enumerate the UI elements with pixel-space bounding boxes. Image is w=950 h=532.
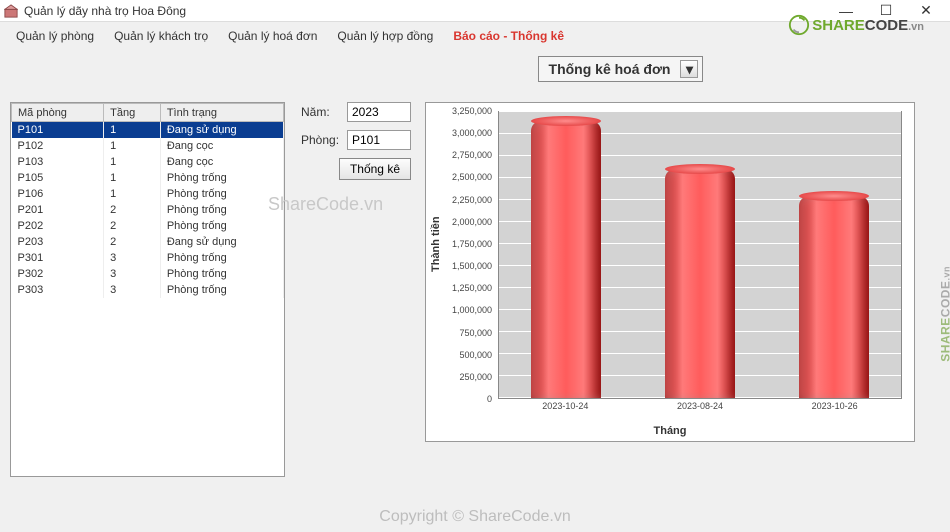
y-tick: 3,250,000 (452, 106, 492, 116)
table-row[interactable]: P2022Phòng trống (12, 218, 284, 234)
chart-area: Thành tiền 0250,000500,000750,0001,000,0… (425, 102, 915, 442)
watermark-side: SHARECODE.vn (939, 266, 950, 362)
report-type-label: Thống kê hoá đơn (549, 61, 671, 77)
x-tick: 2023-10-24 (542, 401, 588, 411)
table-row[interactable]: P1031Đang cọc (12, 154, 284, 170)
y-tick: 1,250,000 (452, 283, 492, 293)
table-row[interactable]: P1021Đang cọc (12, 138, 284, 154)
window-title: Quản lý dãy nhà trọ Hoa Đông (24, 4, 826, 18)
y-tick: 1,750,000 (452, 239, 492, 249)
chevron-down-icon: ▾ (680, 60, 698, 78)
table-row[interactable]: P1051Phòng trống (12, 170, 284, 186)
x-tick: 2023-08-24 (677, 401, 723, 411)
bar-0 (531, 121, 601, 398)
brand-logo: SHARECODE.vn (788, 14, 924, 36)
bar-1 (665, 169, 735, 398)
room-label: Phòng: (301, 133, 339, 147)
menu-item-4[interactable]: Báo cáo - Thống kê (443, 25, 574, 47)
report-type-select[interactable]: Thống kê hoá đơn ▾ (538, 56, 704, 82)
menu-item-2[interactable]: Quản lý hoá đơn (218, 25, 327, 47)
chart-x-label: Tháng (426, 425, 914, 437)
y-tick: 2,250,000 (452, 195, 492, 205)
y-tick: 2,750,000 (452, 150, 492, 160)
y-tick: 500,000 (459, 350, 492, 360)
table-row[interactable]: P3033Phòng trống (12, 282, 284, 298)
y-tick: 0 (487, 394, 492, 404)
y-tick: 250,000 (459, 372, 492, 382)
y-tick: 2,500,000 (452, 172, 492, 182)
y-tick: 2,000,000 (452, 217, 492, 227)
year-input[interactable] (347, 102, 411, 122)
col-header-2[interactable]: Tình trạng (160, 104, 283, 122)
y-tick: 1,000,000 (452, 305, 492, 315)
watermark-copyright: Copyright © ShareCode.vn (0, 508, 950, 526)
watermark-text: ShareCode.vn (268, 194, 383, 215)
menu-item-1[interactable]: Quản lý khách trọ (104, 25, 218, 47)
menu-item-0[interactable]: Quản lý phòng (6, 25, 104, 47)
table-row[interactable]: P1061Phòng trống (12, 186, 284, 202)
room-input[interactable] (347, 130, 411, 150)
table-row[interactable]: P2012Phòng trống (12, 202, 284, 218)
y-tick: 3,000,000 (452, 128, 492, 138)
table-row[interactable]: P3023Phòng trống (12, 266, 284, 282)
table-row[interactable]: P2032Đang sử dụng (12, 234, 284, 250)
table-row[interactable]: P3013Phòng trống (12, 250, 284, 266)
menu-item-3[interactable]: Quản lý hợp đồng (327, 25, 443, 47)
y-tick: 750,000 (459, 328, 492, 338)
bar-2 (799, 196, 869, 398)
col-header-1[interactable]: Tầng (104, 104, 161, 122)
y-tick: 1,500,000 (452, 261, 492, 271)
x-tick: 2023-10-26 (812, 401, 858, 411)
room-table[interactable]: Mã phòngTầngTình trạng P1011Đang sử dụng… (10, 102, 285, 477)
table-row[interactable]: P1011Đang sử dụng (12, 122, 284, 138)
stats-button[interactable]: Thống kê (339, 158, 411, 180)
year-label: Năm: (301, 105, 339, 119)
app-icon (4, 4, 18, 18)
col-header-0[interactable]: Mã phòng (12, 104, 104, 122)
